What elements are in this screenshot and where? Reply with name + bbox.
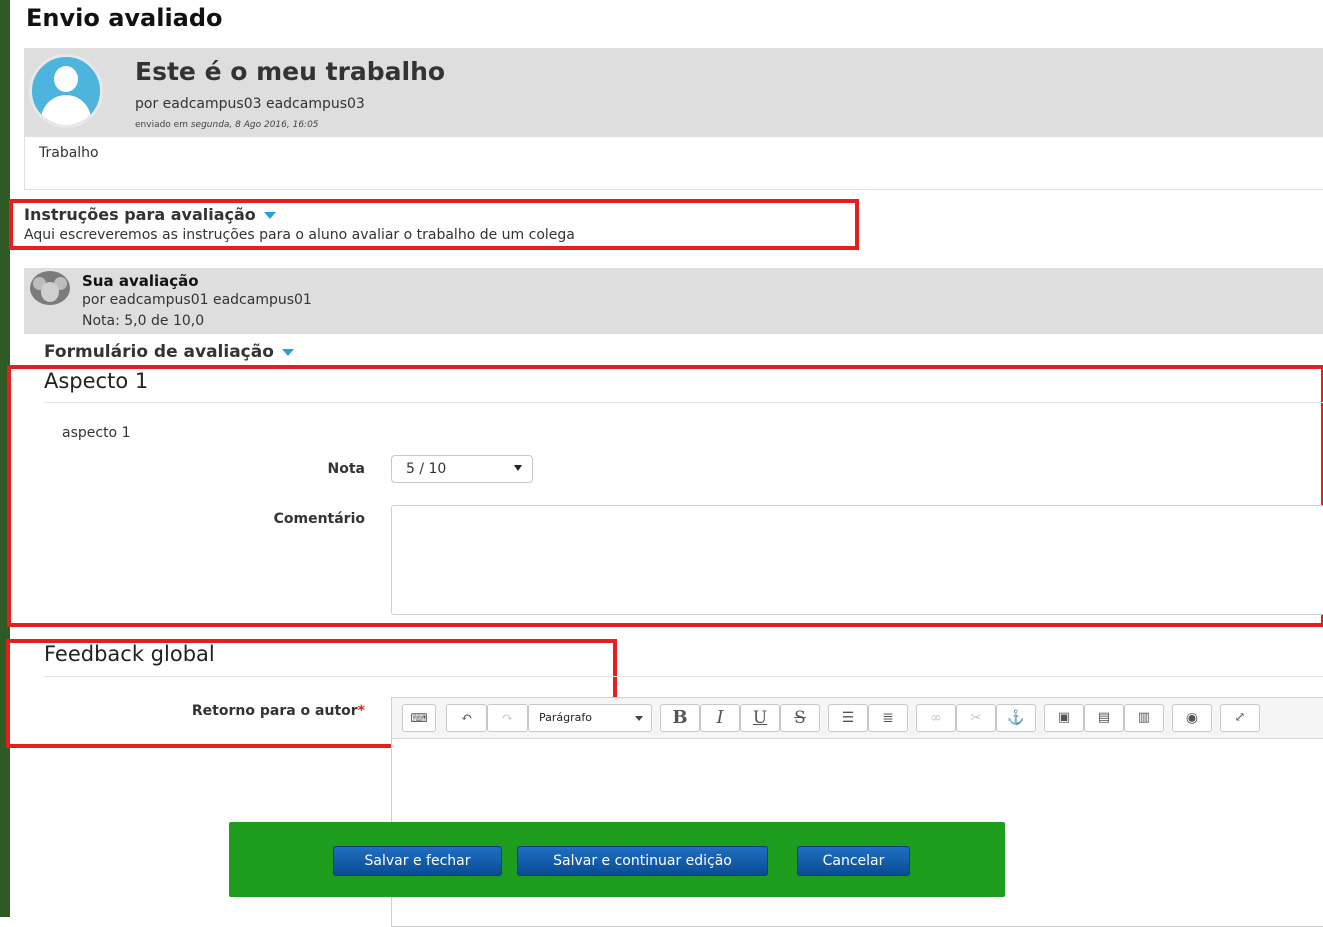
grade-select[interactable]: 5 / 10 [391,455,533,483]
author-feedback-label-text: Retorno para o autor [191,703,358,719]
instructions-text: Aqui escreveremos as instruções para o a… [24,227,575,243]
submission-title: Este é o meu trabalho [135,57,446,86]
assessment-grade: Nota: 5,0 de 10,0 [82,313,205,329]
chevron-down-icon [281,348,294,356]
undo-icon[interactable]: ↶ [446,704,487,732]
assessment-header: Sua avaliação por eadcampus01 eadcampus0… [24,268,1323,334]
instructions-toggle[interactable]: Instruções para avaliação [24,205,276,224]
save-continue-button[interactable]: Salvar e continuar edição [517,846,768,876]
bullet-list-icon[interactable]: ☰ [828,704,868,732]
anchor-icon: ⚓ [996,704,1036,732]
assessment-form-toggle[interactable]: Formulário de avaliação [44,342,294,362]
bold-button[interactable]: B [660,704,700,732]
numbered-list-icon[interactable]: ≣ [868,704,908,732]
dropdown-arrow-icon [635,716,643,721]
cancel-button[interactable]: Cancelar [797,846,910,876]
comment-textarea[interactable] [391,505,1323,615]
unlink-icon: ✂ [956,704,996,732]
submission-date-prefix: enviado em [135,120,188,130]
strikethrough-button[interactable]: S [780,704,820,732]
paragraph-format-label: Parágrafo [539,711,592,724]
media-icon[interactable]: ▤ [1084,704,1124,732]
redo-icon: ↷ [487,704,528,732]
dropdown-arrow-icon [514,465,522,471]
underline-button[interactable]: U [740,704,780,732]
page-title: Envio avaliado [26,4,223,32]
submission-date-value: segunda, 8 Ago 2016, 16:05 [190,120,319,130]
italic-button[interactable]: I [700,704,740,732]
form-actions-bar: Salvar e fechar Salvar e continuar ediçã… [229,822,1005,897]
instructions-title: Instruções para avaliação [24,205,256,224]
feedback-section-divider [44,676,1323,677]
grade-select-value: 5 / 10 [406,461,447,477]
chevron-down-icon [263,212,276,219]
keyboard-toggle-icon[interactable]: ⌨ [402,704,436,732]
manage-files-icon[interactable]: ▥ [1124,704,1164,732]
aspect-section-title: Aspecto 1 [44,369,149,393]
aspect-section-divider [44,402,1323,403]
accessibility-checker-icon[interactable]: ◉ [1172,704,1212,732]
assessment-title: Sua avaliação [82,272,199,290]
submission-header: Este é o meu trabalho por eadcampus03 ea… [25,49,1323,137]
grade-label: Nota [327,461,365,477]
assessor-avatar[interactable] [30,271,70,305]
required-marker: * [357,703,365,719]
author-feedback-label: Retorno para o autor* [120,703,365,719]
image-icon[interactable]: ▣ [1044,704,1084,732]
submission-body: Trabalho [39,145,99,161]
comment-label: Comentário [273,511,365,527]
aspect-description: aspecto 1 [62,425,131,441]
submission-panel: Este é o meu trabalho por eadcampus03 ea… [24,48,1323,190]
submission-author: por eadcampus03 eadcampus03 [135,96,365,112]
feedback-section-title: Feedback global [44,642,215,666]
assessment-form-title: Formulário de avaliação [44,342,274,362]
save-close-button[interactable]: Salvar e fechar [333,846,502,876]
link-icon: ∞ [916,704,956,732]
paragraph-format-select[interactable]: Parágrafo [528,704,652,732]
editor-toolbar: ⌨ ↶ ↷ Parágrafo B I U S ☰ ≣ ∞ ✂ ⚓ ▣ ▤ ▥ … [392,698,1323,739]
fullscreen-icon[interactable]: ⤢ [1220,704,1260,732]
submission-date: enviado em segunda, 8 Ago 2016, 16:05 [135,120,319,130]
assessment-author: por eadcampus01 eadcampus01 [82,292,312,308]
author-avatar[interactable] [29,54,103,128]
